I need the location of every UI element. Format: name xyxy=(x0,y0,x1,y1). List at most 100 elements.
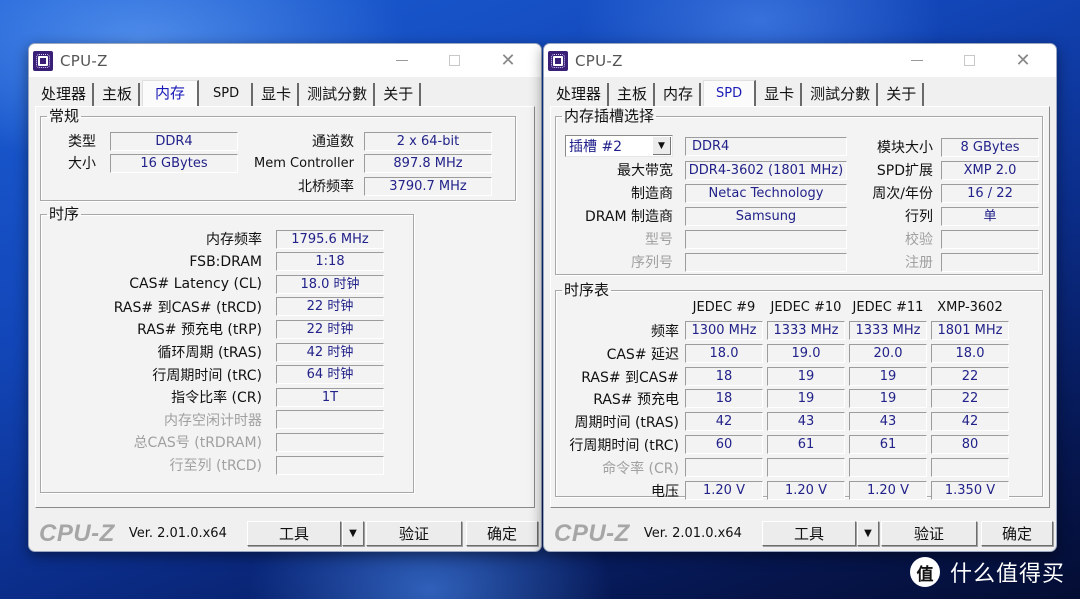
correction-value xyxy=(941,229,1039,249)
maximize-button[interactable] xyxy=(431,44,477,77)
tools-dropdown-button[interactable]: ▼ xyxy=(857,521,879,546)
memctrl-value: 897.8 MHz xyxy=(364,153,492,173)
registered-label: 注册 xyxy=(905,255,933,271)
tab-bench[interactable]: 测試分數 xyxy=(301,83,376,107)
tab-spd[interactable]: SPD xyxy=(201,83,254,107)
table-cell: 60 xyxy=(685,435,763,454)
type-value: DDR4 xyxy=(110,131,238,151)
timing-label: 指令比率 (CR) xyxy=(171,390,262,407)
validate-button[interactable]: 验证 xyxy=(881,521,977,546)
cpuz-brand-logo: CPU-Z xyxy=(39,519,115,547)
maximize-icon xyxy=(963,55,975,66)
table-cell xyxy=(685,457,763,477)
tools-dropdown-button[interactable]: ▼ xyxy=(342,521,364,546)
timing-value: 1T xyxy=(276,387,384,407)
ranks-value: 单 xyxy=(941,206,1039,226)
bottom-bar: CPU-Z Ver. 2.01.0.x64 工具 ▼ 验证 确定 xyxy=(29,514,541,551)
ok-button[interactable]: 确定 xyxy=(981,521,1053,546)
timing-row: 行至列 (tRCD) xyxy=(46,455,384,475)
type-row: 类型 DDR4 xyxy=(46,131,238,151)
module-size-row: 模块大小 8 GBytes xyxy=(851,137,1039,157)
timing-value xyxy=(276,410,384,430)
close-button[interactable]: ✕ xyxy=(1000,44,1046,77)
timing-label: 总CAS号 (tRDRAM) xyxy=(133,435,262,452)
tab-about[interactable]: 关于 xyxy=(880,83,925,107)
validate-button[interactable]: 验证 xyxy=(366,521,462,546)
tab-mainboard[interactable]: 主板 xyxy=(96,83,141,107)
minimize-icon xyxy=(396,60,408,61)
slot-select-value: 插槽 #2 xyxy=(569,139,623,155)
tab-about[interactable]: 关于 xyxy=(377,83,422,107)
tab-memory[interactable]: 内存 xyxy=(657,83,702,107)
tab-memory[interactable]: 内存 xyxy=(142,80,200,107)
table-cell: 22 xyxy=(931,366,1009,386)
slot-select[interactable]: 插槽 #2 ▼ xyxy=(565,135,673,157)
spd-ext-label: SPD扩展 xyxy=(876,163,933,179)
minimize-button[interactable] xyxy=(894,44,940,77)
module-type-value: DDR4 xyxy=(685,137,847,156)
window-title: CPU-Z xyxy=(575,51,623,70)
timing-value xyxy=(276,455,384,475)
max-bandwidth-row: 最大带宽 DDR4-3602 (1801 MHz) xyxy=(561,160,847,180)
nb-freq-label: 北桥频率 xyxy=(298,179,354,195)
table-row-label: 周期时间 (tRAS) xyxy=(574,415,680,432)
timing-label: 循环周期 (tRAS) xyxy=(157,345,263,361)
max-bandwidth-value: DDR4-3602 (1801 MHz) xyxy=(685,160,847,180)
max-bandwidth-label: 最大带宽 xyxy=(617,163,673,179)
tab-cpu[interactable]: 处理器 xyxy=(35,83,95,107)
table-cell: 19 xyxy=(849,366,927,386)
timing-value: 22 时钟 xyxy=(276,297,384,317)
timing-label: 行至列 (tRCD) xyxy=(169,458,262,474)
size-label: 大小 xyxy=(68,156,96,172)
cpuz-brand-logo: CPU-Z xyxy=(554,519,630,547)
table-cell: 18.0 xyxy=(685,343,763,363)
registered-row: 注册 xyxy=(851,252,1039,272)
chevron-down-icon: ▼ xyxy=(349,528,357,539)
table-cell: 18.0 xyxy=(931,343,1009,363)
column-header: JEDEC #9 xyxy=(692,300,756,315)
part-number-value xyxy=(685,229,847,249)
general-group-title: 常规 xyxy=(49,107,80,125)
chevron-down-icon: ▼ xyxy=(864,528,872,539)
tab-spd[interactable]: SPD xyxy=(703,80,757,107)
column-header: JEDEC #10 xyxy=(770,300,842,315)
timing-row: 内存频率 1795.6 MHz xyxy=(46,229,384,249)
title-bar[interactable]: CPU-Z ✕ xyxy=(29,44,541,77)
table-cell: 42 xyxy=(685,412,763,432)
ok-button[interactable]: 确定 xyxy=(466,521,538,546)
minimize-icon xyxy=(911,60,923,61)
timing-row: FSB:DRAM 1:18 xyxy=(46,252,384,272)
timing-row: 行周期时间 (tRC) 64 时钟 xyxy=(46,365,384,385)
tools-button[interactable]: 工具 xyxy=(247,521,341,546)
tab-graphics[interactable]: 显卡 xyxy=(255,83,300,107)
memory-page: 常规 类型 DDR4 大小 16 GBytes 通道数 2 x 64-bit M… xyxy=(35,106,535,508)
minimize-button[interactable] xyxy=(379,44,425,77)
table-cell: 19 xyxy=(849,389,927,409)
dram-manufacturer-label: DRAM 制造商 xyxy=(584,209,673,225)
table-cell: 1.350 V xyxy=(931,480,1009,500)
tab-graphics[interactable]: 显卡 xyxy=(758,83,803,107)
timing-row: RAS# 预充电 (tRP) 22 时钟 xyxy=(46,319,384,339)
timing-value: 64 时钟 xyxy=(276,365,384,385)
timing-label: RAS# 到CAS# (tRCD) xyxy=(113,299,262,316)
tab-mainboard[interactable]: 主板 xyxy=(611,83,656,107)
title-bar[interactable]: CPU-Z ✕ xyxy=(544,44,1056,77)
table-cell xyxy=(931,457,1009,477)
table-cell: 1.20 V xyxy=(767,480,845,500)
table-cell: 1333 MHz xyxy=(849,321,927,340)
table-cell: 80 xyxy=(931,435,1009,454)
table-cell: 42 xyxy=(931,412,1009,432)
tab-bench[interactable]: 测試分數 xyxy=(804,83,879,107)
serial-number-label: 序列号 xyxy=(631,255,673,271)
smzdm-logo-icon: 值 xyxy=(910,557,940,587)
chevron-down-icon[interactable]: ▼ xyxy=(653,137,671,155)
tools-button[interactable]: 工具 xyxy=(762,521,856,546)
maximize-button[interactable] xyxy=(946,44,992,77)
watermark: 值 什么值得买 xyxy=(910,555,1065,589)
close-icon: ✕ xyxy=(1015,50,1031,71)
tab-cpu[interactable]: 处理器 xyxy=(550,83,610,107)
table-cell xyxy=(849,457,927,477)
close-button[interactable]: ✕ xyxy=(485,44,531,77)
tab-bar: 处理器 主板 内存 SPD 显卡 测試分數 关于 xyxy=(35,80,423,107)
table-cell: 19 xyxy=(767,366,845,386)
